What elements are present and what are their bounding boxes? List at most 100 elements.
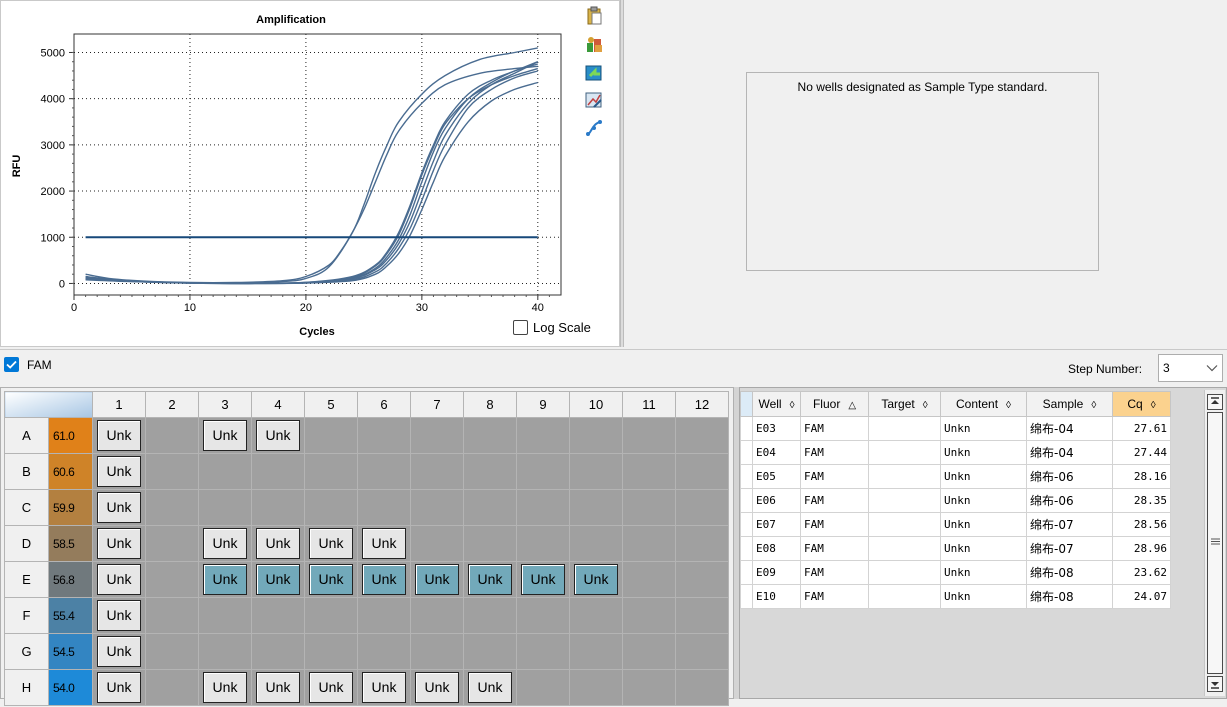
plate-well-E7[interactable]: Unk xyxy=(410,561,464,598)
well-content[interactable]: Unk xyxy=(97,420,141,451)
table-row[interactable]: E10 FAM Unkn 绵布-08 24.07 xyxy=(740,584,1171,609)
plate-column-header-12[interactable]: 12 xyxy=(675,391,729,418)
plate-column-header-1[interactable]: 1 xyxy=(92,391,146,418)
plate-well-E9[interactable]: Unk xyxy=(516,561,570,598)
plate-well-H1[interactable]: Unk xyxy=(92,669,146,706)
plate-row-header-F[interactable]: F xyxy=(4,597,49,634)
amplification-curve[interactable] xyxy=(85,70,538,285)
plate-well-B7[interactable] xyxy=(410,453,464,490)
well-content-selected[interactable]: Unk xyxy=(309,564,353,595)
plate-well-D2[interactable] xyxy=(145,525,199,562)
plate-well-D10[interactable] xyxy=(569,525,623,562)
well-content[interactable]: Unk xyxy=(97,564,141,595)
plate-well-C4[interactable] xyxy=(251,489,305,526)
log-scale-checkbox[interactable]: Log Scale xyxy=(513,320,591,335)
plate-well-A8[interactable] xyxy=(463,417,517,454)
well-content-selected[interactable]: Unk xyxy=(203,564,247,595)
plate-column-header-11[interactable]: 11 xyxy=(622,391,676,418)
plate-well-H9[interactable] xyxy=(516,669,570,706)
plate-well-A7[interactable] xyxy=(410,417,464,454)
plate-well-D3[interactable]: Unk xyxy=(198,525,252,562)
scroll-down-button[interactable] xyxy=(1207,676,1223,692)
well-content[interactable]: Unk xyxy=(256,420,300,451)
well-content[interactable]: Unk xyxy=(203,528,247,559)
plate-well-C11[interactable] xyxy=(622,489,676,526)
clipboard-icon[interactable] xyxy=(584,6,604,26)
plate-well-G10[interactable] xyxy=(569,633,623,670)
plate-well-A12[interactable] xyxy=(675,417,729,454)
well-content[interactable]: Unk xyxy=(256,672,300,703)
plate-well-B8[interactable] xyxy=(463,453,517,490)
well-content[interactable]: Unk xyxy=(362,528,406,559)
row-marker[interactable] xyxy=(740,488,753,513)
well-content[interactable]: Unk xyxy=(468,672,512,703)
plate-well-B5[interactable] xyxy=(304,453,358,490)
plate-well-F1[interactable]: Unk xyxy=(92,597,146,634)
well-content-selected[interactable]: Unk xyxy=(362,564,406,595)
table-row[interactable]: E08 FAM Unkn 绵布-07 28.96 xyxy=(740,536,1171,561)
plate-well-E1[interactable]: Unk xyxy=(92,561,146,598)
amplification-curve[interactable] xyxy=(85,65,538,284)
plate-well-A11[interactable] xyxy=(622,417,676,454)
plate-well-D4[interactable]: Unk xyxy=(251,525,305,562)
well-content[interactable]: Unk xyxy=(97,636,141,667)
table-row[interactable]: E07 FAM Unkn 绵布-07 28.56 xyxy=(740,512,1171,537)
plate-well-D5[interactable]: Unk xyxy=(304,525,358,562)
plate-well-E5[interactable]: Unk xyxy=(304,561,358,598)
plate-well-G12[interactable] xyxy=(675,633,729,670)
plate-well-A5[interactable] xyxy=(304,417,358,454)
column-header-target[interactable]: Target ◊ xyxy=(868,391,941,417)
column-header-cq[interactable]: Cq ◊ xyxy=(1112,391,1171,417)
plate-well-G7[interactable] xyxy=(410,633,464,670)
plate-well-A1[interactable]: Unk xyxy=(92,417,146,454)
plate-well-G1[interactable]: Unk xyxy=(92,633,146,670)
column-header-fluor[interactable]: Fluor △ xyxy=(800,391,869,417)
plate-well-B12[interactable] xyxy=(675,453,729,490)
step-number-select[interactable]: 3 xyxy=(1158,354,1223,382)
plate-well-F10[interactable] xyxy=(569,597,623,634)
log-scale-box[interactable] xyxy=(513,320,528,335)
plate-well-G3[interactable] xyxy=(198,633,252,670)
plate-well-B2[interactable] xyxy=(145,453,199,490)
well-content[interactable]: Unk xyxy=(309,528,353,559)
plate-well-E12[interactable] xyxy=(675,561,729,598)
plate-well-B6[interactable] xyxy=(357,453,411,490)
row-marker[interactable] xyxy=(740,512,753,537)
amplification-curve[interactable] xyxy=(85,47,538,284)
row-marker[interactable] xyxy=(740,560,753,585)
plate-column-header-5[interactable]: 5 xyxy=(304,391,358,418)
row-marker[interactable] xyxy=(740,584,753,609)
plate-column-header-7[interactable]: 7 xyxy=(410,391,464,418)
well-content[interactable]: Unk xyxy=(203,672,247,703)
plate-well-D11[interactable] xyxy=(622,525,676,562)
plate-well-G6[interactable] xyxy=(357,633,411,670)
table-row[interactable]: E06 FAM Unkn 绵布-06 28.35 xyxy=(740,488,1171,513)
plate-well-E11[interactable] xyxy=(622,561,676,598)
scroll-up-button[interactable] xyxy=(1207,394,1223,410)
plate-well-C2[interactable] xyxy=(145,489,199,526)
plate-row-header-H[interactable]: H xyxy=(4,669,49,706)
well-content[interactable]: Unk xyxy=(97,456,141,487)
plate-well-C8[interactable] xyxy=(463,489,517,526)
plate-column-header-10[interactable]: 10 xyxy=(569,391,623,418)
plate-well-C7[interactable] xyxy=(410,489,464,526)
plate-well-F5[interactable] xyxy=(304,597,358,634)
plate-well-C1[interactable]: Unk xyxy=(92,489,146,526)
plate-well-G2[interactable] xyxy=(145,633,199,670)
plate-row-header-A[interactable]: A xyxy=(4,417,49,454)
amplification-curve[interactable] xyxy=(85,61,539,285)
plate-well-F4[interactable] xyxy=(251,597,305,634)
well-content[interactable]: Unk xyxy=(256,528,300,559)
plate-well-F3[interactable] xyxy=(198,597,252,634)
plate-well-F11[interactable] xyxy=(622,597,676,634)
plate-well-D8[interactable] xyxy=(463,525,517,562)
table-row[interactable]: E09 FAM Unkn 绵布-08 23.62 xyxy=(740,560,1171,585)
export-icon[interactable] xyxy=(584,34,604,54)
plate-well-A4[interactable]: Unk xyxy=(251,417,305,454)
plate-well-F12[interactable] xyxy=(675,597,729,634)
plate-well-G11[interactable] xyxy=(622,633,676,670)
column-header-content[interactable]: Content ◊ xyxy=(940,391,1027,417)
plate-well-E3[interactable]: Unk xyxy=(198,561,252,598)
well-content-selected[interactable]: Unk xyxy=(521,564,565,595)
plate-column-header-8[interactable]: 8 xyxy=(463,391,517,418)
